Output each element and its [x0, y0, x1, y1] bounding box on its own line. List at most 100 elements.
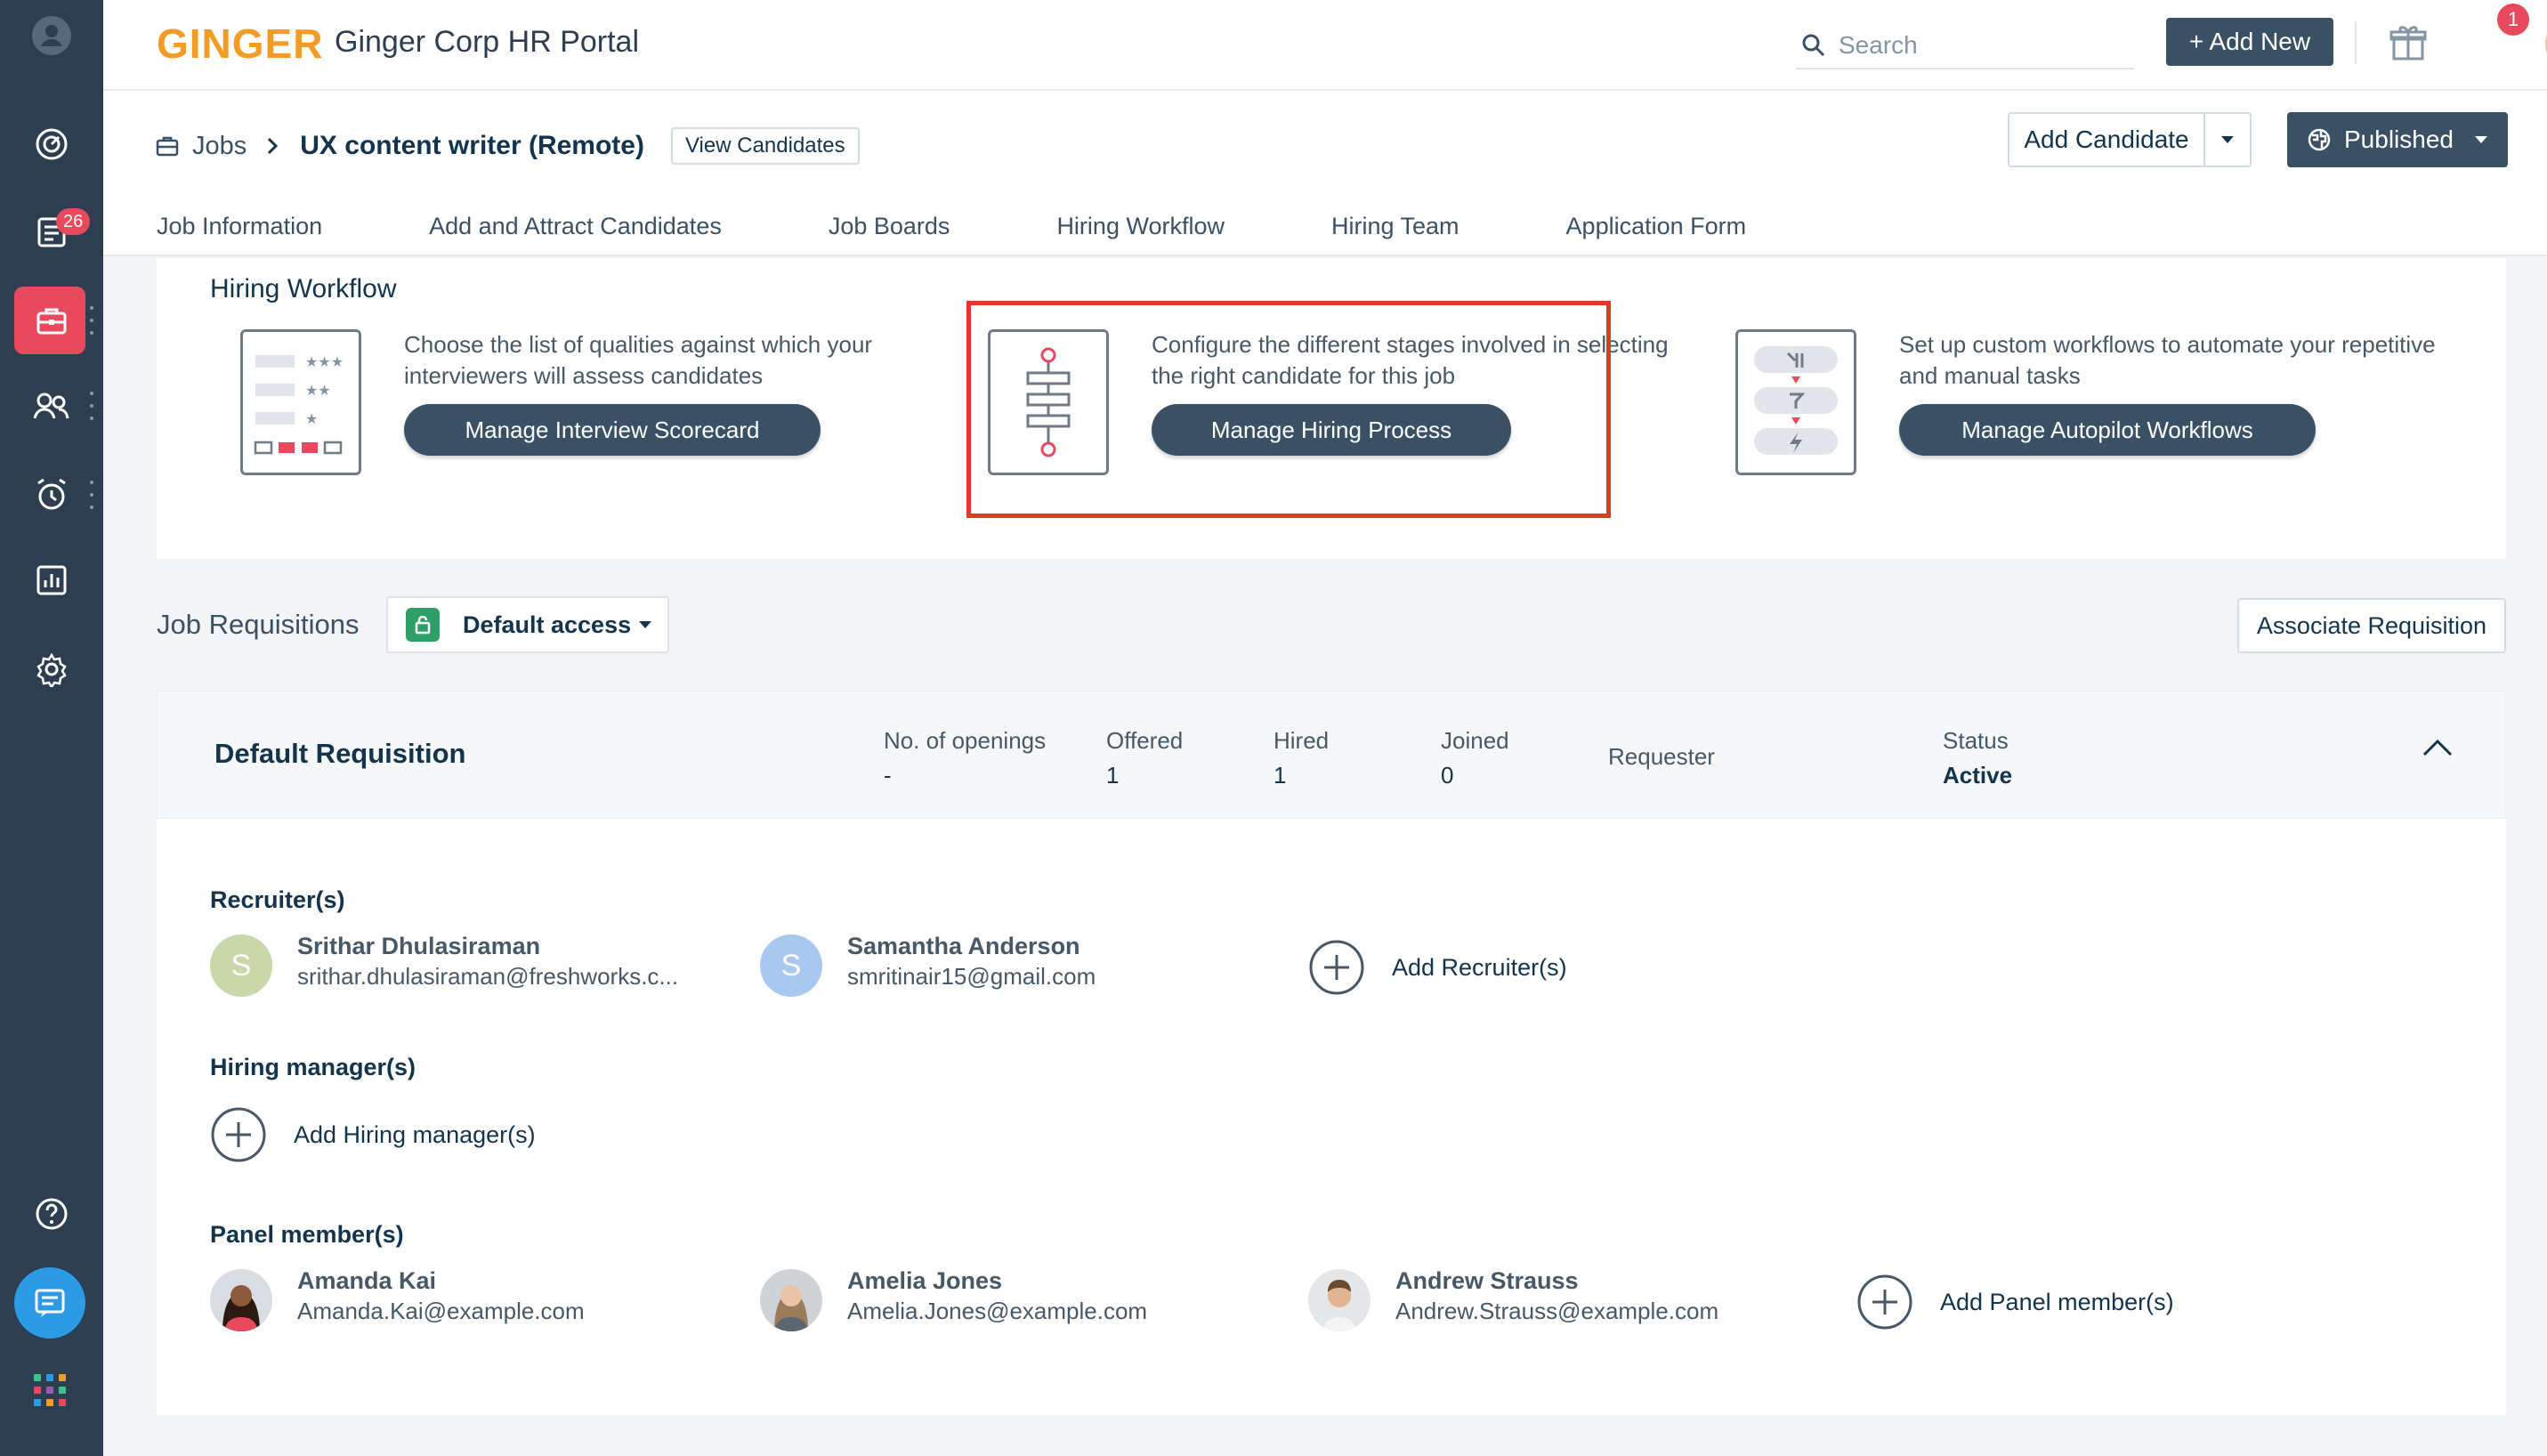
job-title: UX content writer (Remote)	[300, 131, 644, 160]
panel-member-card: Amelia Jones Amelia.Jones@example.com	[760, 1264, 1258, 1335]
panel-member-email: Andrew.Strauss@example.com	[1395, 1298, 1719, 1324]
recruiter-name: Srithar Dhulasiraman	[297, 933, 541, 959]
manage-interview-scorecard-button[interactable]: Manage Interview Scorecard	[404, 404, 821, 456]
highlight-box	[966, 301, 1611, 518]
alarm-icon[interactable]	[0, 459, 103, 530]
notification-badge: 26	[56, 208, 91, 235]
ginger-logo[interactable]: GINGER	[157, 20, 323, 68]
add-recruiter-button[interactable]: Add Recruiter(s)	[1308, 936, 1567, 999]
add-panel-member-label: Add Panel member(s)	[1940, 1288, 2174, 1315]
recruiter-card: S Srithar Dhulasiraman srithar.dhulasira…	[210, 929, 708, 1000]
job-subheader: Jobs UX content writer (Remote) View Can…	[103, 91, 2547, 256]
recruiter-email: srithar.dhulasiraman@freshworks.c...	[297, 963, 679, 990]
help-icon[interactable]	[0, 1178, 103, 1250]
chat-icon[interactable]	[14, 1267, 85, 1339]
access-dropdown-label: Default access	[463, 611, 632, 638]
search-input[interactable]	[1839, 31, 2106, 60]
stat-label: Joined	[1441, 727, 1509, 754]
settings-icon[interactable]	[0, 634, 103, 705]
stat-value: 1	[1106, 762, 1120, 789]
panel-member-email: Amanda.Kai@example.com	[297, 1298, 585, 1324]
view-candidates-button[interactable]: View Candidates	[670, 127, 860, 165]
stat-label: Hired	[1274, 727, 1330, 754]
recruiters-title: Recruiter(s)	[210, 886, 345, 913]
job-tabs: Job Information Add and Attract Candidat…	[157, 199, 1853, 256]
caret-down-icon	[639, 621, 652, 628]
stat-offered: Offered 1	[1106, 727, 1183, 789]
tab-hiring-team[interactable]: Hiring Team	[1331, 199, 1459, 253]
published-status-button[interactable]: Published	[2287, 112, 2508, 167]
plus-circle-icon	[1857, 1274, 1912, 1330]
globe-icon	[2308, 128, 2331, 151]
requisition-header[interactable]: Default Requisition No. of openings - Of…	[157, 691, 2506, 819]
recruiter-card: S Samantha Anderson smritinair15@gmail.c…	[760, 929, 1258, 1000]
tab-job-boards[interactable]: Job Boards	[829, 199, 950, 253]
tab-job-information[interactable]: Job Information	[157, 199, 322, 253]
manage-autopilot-workflows-button[interactable]: Manage Autopilot Workflows	[1899, 404, 2316, 456]
stat-label: Requester	[1608, 743, 1715, 770]
job-requisitions-label: Job Requisitions	[157, 609, 360, 640]
add-candidate-split-button: Add Candidate	[2008, 112, 2252, 167]
svg-text:★: ★	[305, 410, 318, 427]
access-dropdown[interactable]: Default access	[386, 596, 669, 653]
avatar	[760, 1269, 822, 1331]
lock-icon	[406, 608, 440, 642]
stat-label: Status	[1943, 727, 2009, 754]
tab-add-attract-candidates[interactable]: Add and Attract Candidates	[429, 199, 722, 253]
jobs-icon[interactable]	[0, 285, 103, 356]
add-new-button[interactable]: + Add New	[2166, 18, 2333, 66]
panel-member-card: Andrew Strauss Andrew.Strauss@example.co…	[1308, 1264, 1807, 1335]
tab-hiring-workflow[interactable]: Hiring Workflow	[1056, 199, 1225, 253]
add-candidate-dropdown[interactable]	[2205, 114, 2250, 166]
breadcrumb: Jobs UX content writer (Remote) View Can…	[155, 127, 860, 165]
sidebar: 26	[0, 0, 103, 1456]
stat-label: Offered	[1106, 727, 1184, 754]
plus-circle-icon	[211, 1107, 266, 1162]
panel-member-card: Amanda Kai Amanda.Kai@example.com	[210, 1264, 708, 1335]
tab-application-form[interactable]: Application Form	[1566, 199, 1747, 253]
stat-value: 0	[1441, 762, 1454, 789]
breadcrumb-jobs-link[interactable]: Jobs	[192, 132, 247, 161]
autopilot-description: Set up custom workflows to automate your…	[1899, 331, 2436, 389]
stat-value: Active	[1943, 762, 2013, 789]
profile-button[interactable]	[0, 0, 103, 71]
reports-icon[interactable]	[0, 545, 103, 616]
recruiter-name: Samantha Anderson	[847, 933, 1080, 959]
briefcase-icon	[156, 136, 179, 157]
plus-circle-icon	[1309, 940, 1364, 995]
avatar: S	[210, 934, 272, 997]
autopilot-section: Set up custom workflows to automate your…	[1735, 329, 2474, 481]
associate-requisition-button[interactable]: Associate Requisition	[2237, 598, 2506, 653]
add-hiring-manager-button[interactable]: Add Hiring manager(s)	[210, 1104, 536, 1166]
hiring-managers-title: Hiring manager(s)	[210, 1054, 416, 1080]
add-candidate-button[interactable]: Add Candidate	[2009, 114, 2205, 166]
stat-joined: Joined 0	[1441, 727, 1509, 789]
panel-member-email: Amelia.Jones@example.com	[847, 1298, 1148, 1324]
scorecard-illustration-icon: ★★★ ★★ ★	[240, 329, 361, 475]
search-box[interactable]	[1796, 23, 2134, 69]
panel-members-title: Panel member(s)	[210, 1221, 404, 1248]
portal-title: Ginger Corp HR Portal	[335, 25, 640, 59]
stat-hired: Hired 1	[1274, 727, 1329, 789]
chevron-up-icon[interactable]	[2422, 738, 2454, 757]
candidates-icon[interactable]	[0, 370, 103, 441]
published-label: Published	[2344, 125, 2454, 153]
stat-openings: No. of openings -	[884, 727, 1046, 789]
tasks-icon[interactable]: 26	[0, 196, 103, 267]
scorecard-description: Choose the list of qualities against whi…	[404, 331, 873, 389]
svg-text:★★: ★★	[305, 382, 331, 399]
add-panel-member-button[interactable]: Add Panel member(s)	[1856, 1271, 2174, 1333]
stat-status: Status Active	[1943, 727, 2012, 789]
dashboard-icon[interactable]	[0, 109, 103, 180]
hiring-workflow-title: Hiring Workflow	[210, 274, 397, 303]
avatar	[1308, 1269, 1371, 1331]
stat-value: 1	[1274, 762, 1287, 789]
gift-icon[interactable]	[2389, 23, 2428, 62]
apps-grid-icon[interactable]	[34, 1374, 66, 1406]
search-icon	[1802, 34, 1825, 57]
panel-member-name: Andrew Strauss	[1395, 1267, 1579, 1294]
stat-requester: Requester	[1608, 743, 1715, 771]
avatar: S	[760, 934, 822, 997]
gift-badge: 1	[2497, 4, 2529, 36]
add-recruiter-label: Add Recruiter(s)	[1392, 953, 1567, 981]
